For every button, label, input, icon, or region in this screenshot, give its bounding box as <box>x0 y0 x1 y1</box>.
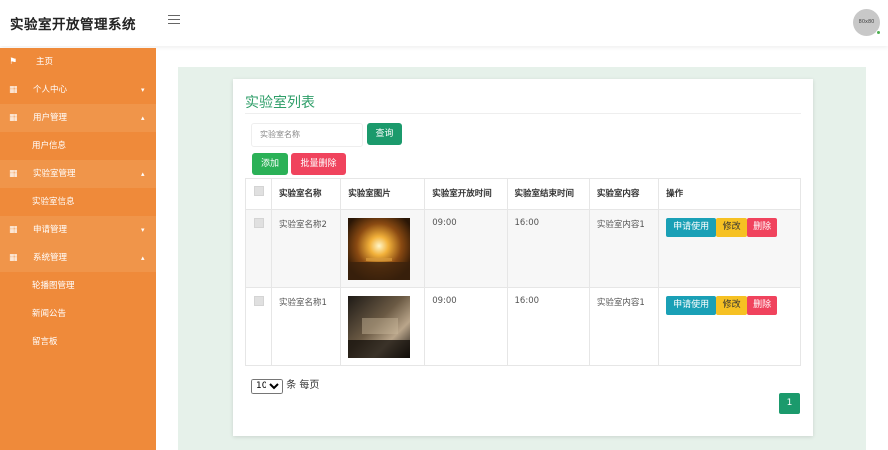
row-checkbox[interactable] <box>254 218 264 228</box>
column-header: 实验室名称 <box>270 178 342 210</box>
grid-icon: ▦ <box>9 169 18 179</box>
open-time-cell: 09:00 <box>424 209 508 288</box>
batch-delete-button[interactable]: 批量删除 <box>291 153 346 175</box>
sidebar-item-personal-center[interactable]: ▦ 个人中心 ▾ <box>0 76 156 104</box>
lab-table: 实验室名称 实验室图片 实验室开放时间 实验室结束时间 实验室内容 操作 实验室… <box>245 178 801 366</box>
flag-icon: ⚑ <box>9 57 18 67</box>
sidebar-item-label: 主页 <box>36 57 54 67</box>
sidebar-item-application-management[interactable]: ▦ 申请管理 ▾ <box>0 216 156 244</box>
close-time-cell: 16:00 <box>506 209 590 288</box>
column-header: 操作 <box>658 178 801 210</box>
sidebar-subitem-lab-info[interactable]: 实验室信息 <box>0 188 156 216</box>
open-time-cell: 09:00 <box>424 287 508 366</box>
sidebar-item-label: 用户管理 <box>33 113 68 123</box>
apply-button[interactable]: 申请使用 <box>666 218 717 237</box>
delete-button[interactable]: 删除 <box>747 218 778 237</box>
lab-name-cell: 实验室名称2 <box>270 209 342 288</box>
column-header: 实验室图片 <box>340 178 426 210</box>
delete-button[interactable]: 删除 <box>747 296 778 315</box>
query-button[interactable]: 查询 <box>367 123 402 145</box>
lab-image-cell <box>340 287 426 366</box>
sidebar-subitem-news[interactable]: 新闻公告 <box>0 300 156 328</box>
table-header-row: 实验室名称 实验室图片 实验室开放时间 实验室结束时间 实验室内容 操作 <box>245 178 801 210</box>
lab-image-cell <box>340 209 426 288</box>
actions-cell: 申请使用 修改 删除 <box>658 287 801 366</box>
chevron-up-icon: ▴ <box>141 254 145 262</box>
sidebar-item-label: 申请管理 <box>33 225 68 235</box>
search-input[interactable]: 实验室名称 <box>251 123 363 147</box>
page-size-control: 10 条 每页 <box>251 376 319 394</box>
close-time-cell: 16:00 <box>506 287 590 366</box>
page-size-select[interactable]: 10 <box>251 378 283 394</box>
actions-cell: 申请使用 修改 删除 <box>658 209 801 288</box>
chevron-down-icon: ▾ <box>141 86 145 94</box>
column-header: 实验室开放时间 <box>424 178 508 210</box>
grid-icon: ▦ <box>9 225 18 235</box>
online-status-dot <box>876 30 881 35</box>
row-checkbox[interactable] <box>254 296 264 306</box>
chevron-down-icon: ▾ <box>141 226 145 234</box>
apply-button[interactable]: 申请使用 <box>666 296 717 315</box>
sidebar-subitem-message-board[interactable]: 留言板 <box>0 328 156 356</box>
lab-image <box>348 218 411 280</box>
grid-icon: ▦ <box>9 85 18 95</box>
menu-toggle-icon[interactable] <box>168 15 180 25</box>
sidebar-item-lab-management[interactable]: ▦ 实验室管理 ▴ <box>0 160 156 188</box>
select-all-checkbox[interactable] <box>254 186 264 196</box>
sidebar-subitem-carousel[interactable]: 轮播图管理 <box>0 272 156 300</box>
page-size-suffix: 条 每页 <box>286 380 320 391</box>
chevron-up-icon: ▴ <box>141 170 145 178</box>
edit-button[interactable]: 修改 <box>716 296 748 315</box>
sidebar-item-label: 系统管理 <box>33 253 68 263</box>
row-checkbox-cell <box>245 209 272 288</box>
column-header: 实验室内容 <box>588 178 660 210</box>
sidebar-subitem-user-info[interactable]: 用户信息 <box>0 132 156 160</box>
sidebar-item-label: 实验室管理 <box>33 169 76 179</box>
sidebar-item-home[interactable]: ⚑ 主页 <box>0 48 156 76</box>
select-all-cell <box>245 178 272 210</box>
app-title: 实验室开放管理系统 <box>10 17 136 33</box>
grid-icon: ▦ <box>9 253 18 263</box>
lab-image <box>348 296 411 358</box>
edit-button[interactable]: 修改 <box>716 218 748 237</box>
chevron-up-icon: ▴ <box>141 114 145 122</box>
top-bar: 实验室开放管理系统 80x80 <box>0 0 888 46</box>
table-row: 实验室名称1 09:00 16:00 实验室内容1 申请使用 修改 删除 <box>245 287 801 366</box>
pagination-page-button[interactable]: 1 <box>779 393 800 414</box>
sidebar: ⚑ 主页 ▦ 个人中心 ▾ ▦ 用户管理 ▴ 用户信息 ▦ 实验室管理 ▴ 实验… <box>0 48 156 450</box>
sidebar-item-system-management[interactable]: ▦ 系统管理 ▴ <box>0 244 156 272</box>
lab-list-card: 实验室列表 实验室名称 查询 添加 批量删除 实验室名称 实验室图片 实验室开放… <box>233 79 813 436</box>
lab-content-cell: 实验室内容1 <box>588 287 660 366</box>
add-button[interactable]: 添加 <box>252 153 288 175</box>
sidebar-item-label: 个人中心 <box>33 85 68 95</box>
title-divider <box>245 113 801 114</box>
sidebar-item-user-management[interactable]: ▦ 用户管理 ▴ <box>0 104 156 132</box>
grid-icon: ▦ <box>9 113 18 123</box>
column-header: 实验室结束时间 <box>506 178 590 210</box>
page-title: 实验室列表 <box>245 95 315 111</box>
lab-name-cell: 实验室名称1 <box>270 287 342 366</box>
table-row: 实验室名称2 09:00 16:00 实验室内容1 申请使用 修改 删除 <box>245 209 801 288</box>
lab-content-cell: 实验室内容1 <box>588 209 660 288</box>
row-checkbox-cell <box>245 287 272 366</box>
